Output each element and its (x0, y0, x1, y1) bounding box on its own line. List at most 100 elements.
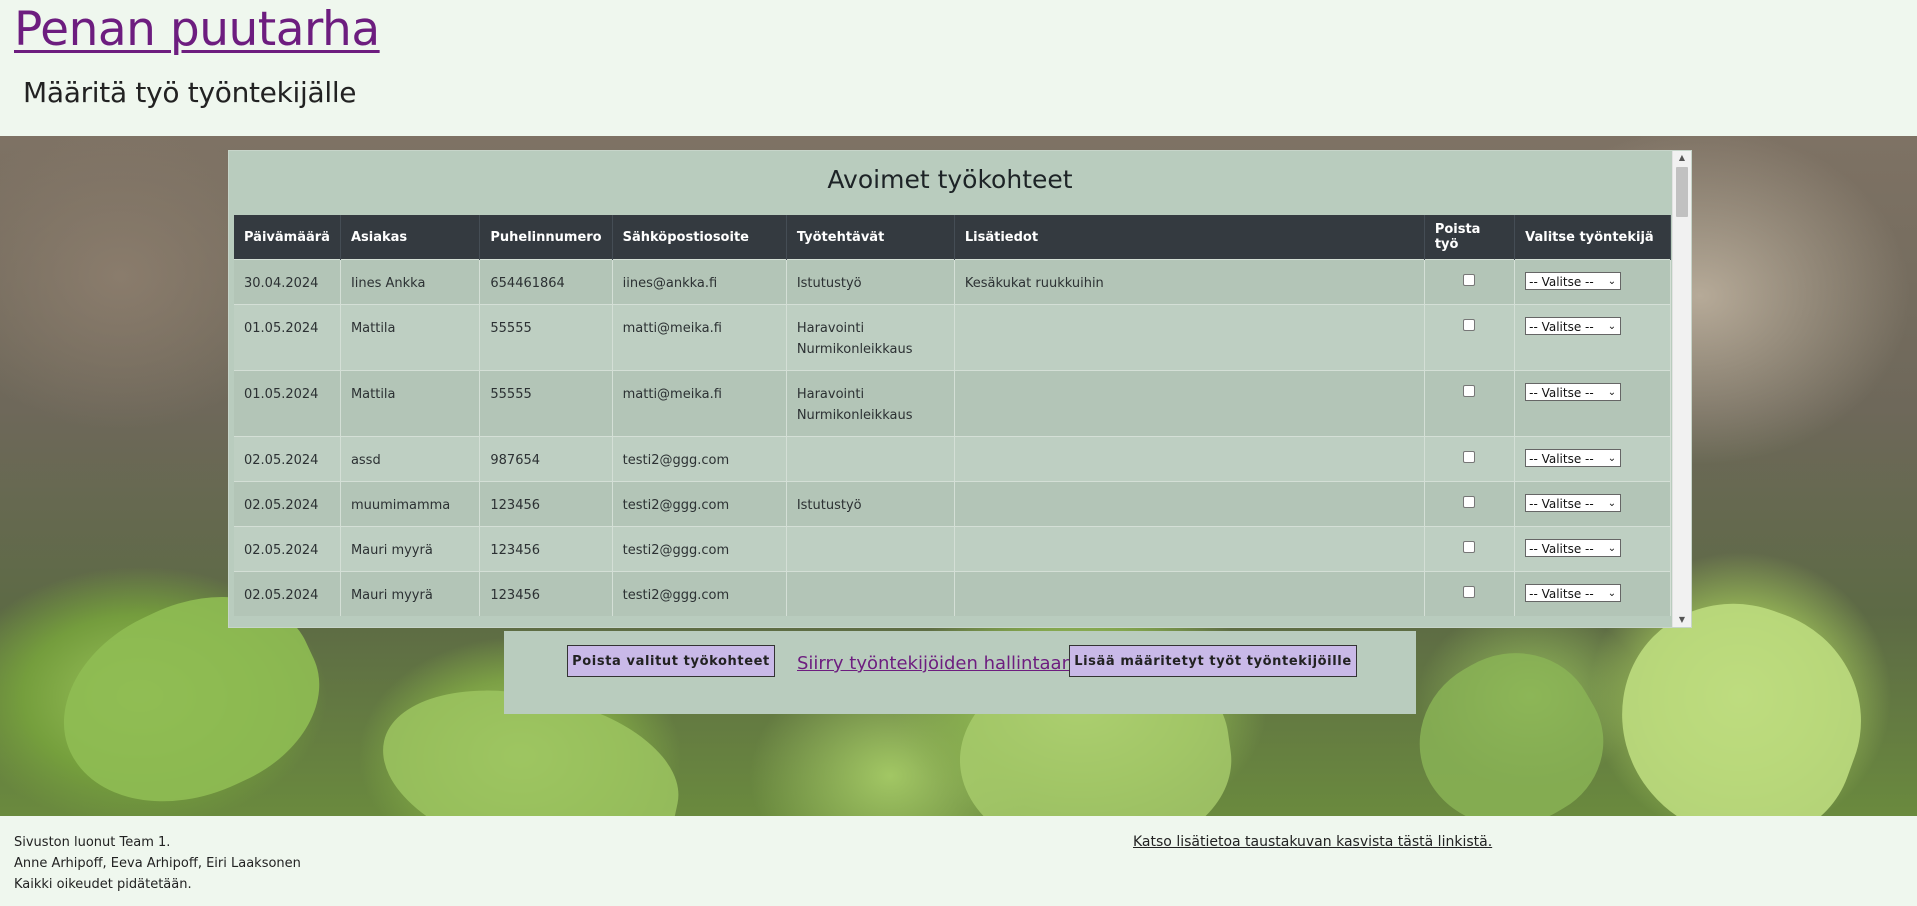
task-item: Istutustyö (796, 498, 862, 513)
delete-checkbox[interactable] (1463, 319, 1476, 331)
cell-date-text: 01.05.2024 (244, 387, 319, 402)
cell-date-text: 02.05.2024 (244, 453, 319, 468)
chevron-down-icon: ⌄ (1607, 453, 1617, 464)
worker-select-value: -- Valitse -- (1529, 542, 1594, 556)
column-header-customer: Asiakas (340, 215, 481, 260)
cell-phone-text: 987654 (490, 453, 541, 468)
action-bar: Poista valitut työkohteet Siirry työntek… (504, 631, 1416, 714)
cell-phone-text: 55555 (490, 387, 532, 402)
cell-info-text (965, 482, 1414, 495)
worker-select[interactable]: -- Valitse -- ⌄ (1525, 584, 1622, 602)
delete-checkbox[interactable] (1463, 274, 1476, 286)
cell-delete (1424, 526, 1516, 572)
open-jobs-panel[interactable]: Avoimet työkohteet Päivämäärä Asiakas Pu… (228, 150, 1692, 628)
cell-date: 02.05.2024 (234, 436, 341, 482)
delete-checkbox[interactable] (1463, 586, 1476, 598)
cell-customer-text: Iines Ankka (350, 276, 426, 291)
cell-email: testi2@ggg.com (612, 436, 787, 482)
worker-select-value: -- Valitse -- (1529, 452, 1594, 466)
cell-customer: Iines Ankka (340, 259, 481, 305)
chevron-down-icon: ⌄ (1607, 321, 1617, 332)
triangle-up-icon[interactable]: ▲ (1673, 151, 1691, 165)
task-item: Haravointi (796, 321, 865, 336)
delete-checkbox[interactable] (1463, 496, 1476, 508)
worker-select-value: -- Valitse -- (1529, 497, 1594, 511)
cell-delete (1424, 436, 1516, 482)
cell-customer-text: Mattila (350, 387, 396, 402)
cell-phone-text: 123456 (490, 498, 541, 513)
cell-tasks (786, 526, 955, 572)
cell-info-text (965, 371, 1414, 384)
cell-worker: -- Valitse -- ⌄ (1514, 259, 1671, 305)
site-title-link[interactable]: Penan puutarha (14, 2, 380, 57)
delete-checkbox[interactable] (1463, 541, 1476, 553)
cell-info-text (965, 305, 1414, 318)
assign-jobs-button[interactable]: Lisää määritetyt työt työntekijöille (1069, 645, 1357, 677)
cell-date: 02.05.2024 (234, 481, 341, 527)
cell-phone-text: 123456 (490, 588, 541, 603)
worker-select[interactable]: -- Valitse -- ⌄ (1525, 383, 1622, 401)
cell-phone-text: 55555 (490, 321, 532, 336)
cell-delete (1424, 370, 1516, 437)
table-body: 30.04.2024 Iines Ankka 654461864 iines@ankk… (234, 259, 1671, 616)
footer-credit-line: Sivuston luonut Team 1. (14, 835, 171, 850)
cell-delete (1424, 259, 1516, 305)
manage-workers-link[interactable]: Siirry työntekijöiden hallintaan (797, 653, 1073, 674)
delete-checkbox[interactable] (1463, 385, 1476, 397)
background-info-link[interactable]: Katso lisätietoa taustakuvan kasvista tä… (1133, 834, 1492, 850)
cell-phone-text: 654461864 (490, 276, 565, 291)
cell-phone-text: 123456 (490, 543, 541, 558)
worker-select[interactable]: -- Valitse -- ⌄ (1525, 449, 1622, 467)
cell-phone: 654461864 (479, 259, 613, 305)
table-row: 02.05.2024 Mauri myyrä 123456 testi2@ggg.co… (234, 571, 1671, 616)
column-header-info: Lisätiedot (954, 215, 1425, 260)
cell-info-text (965, 527, 1414, 540)
task-item: Istutustyö (796, 276, 862, 291)
cell-delete (1424, 304, 1516, 371)
cell-email: testi2@ggg.com (612, 481, 787, 527)
worker-select-value: -- Valitse -- (1529, 275, 1594, 289)
chevron-down-icon: ⌄ (1607, 387, 1617, 398)
worker-select[interactable]: -- Valitse -- ⌄ (1525, 494, 1622, 512)
cell-date-text: 30.04.2024 (244, 276, 319, 291)
cell-worker: -- Valitse -- ⌄ (1514, 436, 1671, 482)
column-header-phone: Puhelinnumero (479, 215, 613, 260)
cell-date: 30.04.2024 (234, 259, 341, 305)
page-heading: Määritä työ työntekijälle (23, 76, 357, 109)
table-row: 02.05.2024 Mauri myyrä 123456 testi2@ggg.co… (234, 526, 1671, 572)
cell-tasks (786, 571, 955, 616)
cell-delete (1424, 481, 1516, 527)
cell-date: 02.05.2024 (234, 571, 341, 616)
task-item: Haravointi (796, 387, 865, 402)
cell-email: testi2@ggg.com (612, 571, 787, 616)
cell-phone: 123456 (479, 526, 613, 572)
chevron-down-icon: ⌄ (1607, 543, 1617, 554)
cell-date: 01.05.2024 (234, 370, 341, 437)
cell-date-text: 01.05.2024 (244, 321, 319, 336)
cell-worker: -- Valitse -- ⌄ (1514, 481, 1671, 527)
delete-checkbox[interactable] (1463, 451, 1476, 463)
worker-select[interactable]: -- Valitse -- ⌄ (1525, 539, 1622, 557)
worker-select-value: -- Valitse -- (1529, 320, 1594, 334)
worker-select-value: -- Valitse -- (1529, 587, 1594, 601)
cell-worker: -- Valitse -- ⌄ (1514, 370, 1671, 437)
worker-select[interactable]: -- Valitse -- ⌄ (1525, 317, 1622, 335)
cell-customer: muumimamma (340, 481, 481, 527)
table-row: 01.05.2024 Mattila 55555 matti@meika.fi Hara… (234, 370, 1671, 437)
cell-worker: -- Valitse -- ⌄ (1514, 571, 1671, 616)
cell-tasks (786, 436, 955, 482)
page-footer: Sivuston luonut Team 1. Anne Arhipoff, E… (0, 816, 1917, 906)
scrollbar-thumb[interactable] (1676, 167, 1688, 217)
table-scrollbar[interactable]: ▲ ▼ (1672, 151, 1691, 627)
cell-customer: Mauri myyrä (340, 526, 481, 572)
cell-email-text: iines@ankka.fi (622, 276, 718, 291)
delete-selected-button[interactable]: Poista valitut työkohteet (567, 645, 775, 677)
cell-tasks: Haravointi Nurmikonleikkaus (786, 304, 955, 371)
worker-select[interactable]: -- Valitse -- ⌄ (1525, 272, 1622, 290)
cell-info (954, 571, 1425, 616)
cell-customer-text: Mattila (350, 321, 396, 336)
triangle-down-icon[interactable]: ▼ (1673, 613, 1691, 627)
table-row: 02.05.2024 muumimamma 123456 testi2@ggg.com… (234, 481, 1671, 527)
cell-phone: 987654 (479, 436, 613, 482)
worker-select-value: -- Valitse -- (1529, 386, 1594, 400)
